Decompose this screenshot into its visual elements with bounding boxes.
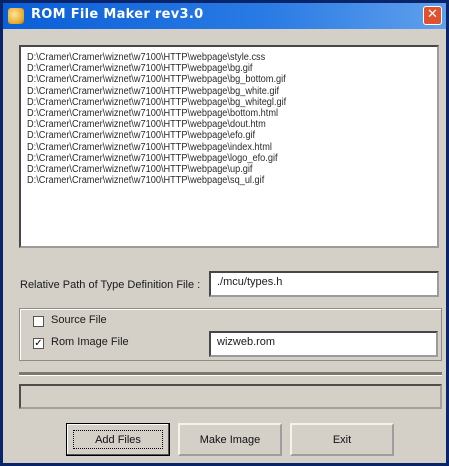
add-files-button[interactable]: Add Files — [66, 423, 170, 456]
file-list-item[interactable]: D:\Cramer\Cramer\wiznet\w7100\HTTP\webpa… — [27, 130, 399, 141]
close-icon[interactable]: ✕ — [423, 6, 442, 25]
rom-file-maker-window: ROM File Maker rev3.0 ✕ D:\Cramer\Cramer… — [0, 0, 449, 466]
file-list-item[interactable]: D:\Cramer\Cramer\wiznet\w7100\HTTP\webpa… — [27, 97, 399, 108]
focus-rect — [73, 430, 163, 449]
relative-path-input[interactable]: ./mcu/types.h — [209, 271, 439, 297]
title-bar[interactable]: ROM File Maker rev3.0 ✕ — [3, 3, 446, 29]
make-image-button[interactable]: Make Image — [178, 423, 282, 456]
rom-image-file-checkbox[interactable]: ✓ — [33, 338, 44, 349]
file-list-item[interactable]: D:\Cramer\Cramer\wiznet\w7100\HTTP\webpa… — [27, 142, 399, 153]
exit-button[interactable]: Exit — [290, 423, 394, 456]
file-list-item[interactable]: D:\Cramer\Cramer\wiznet\w7100\HTTP\webpa… — [27, 86, 399, 97]
rom-image-name-input[interactable]: wizweb.rom — [209, 331, 438, 357]
file-list-item[interactable]: D:\Cramer\Cramer\wiznet\w7100\HTTP\webpa… — [27, 74, 399, 85]
file-list-item[interactable]: D:\Cramer\Cramer\wiznet\w7100\HTTP\webpa… — [27, 153, 399, 164]
source-file-checkbox[interactable] — [33, 316, 44, 327]
separator — [19, 372, 442, 376]
file-list-item[interactable]: D:\Cramer\Cramer\wiznet\w7100\HTTP\webpa… — [27, 119, 399, 130]
source-file-label: Source File — [51, 314, 107, 326]
window-title: ROM File Maker rev3.0 — [31, 7, 204, 22]
file-list-item[interactable]: D:\Cramer\Cramer\wiznet\w7100\HTTP\webpa… — [27, 164, 399, 175]
file-list-item[interactable]: D:\Cramer\Cramer\wiznet\w7100\HTTP\webpa… — [27, 52, 399, 63]
progress-bar — [19, 384, 442, 409]
make-image-label: Make Image — [199, 433, 261, 446]
exit-label: Exit — [332, 433, 352, 446]
file-list-item[interactable]: D:\Cramer\Cramer\wiznet\w7100\HTTP\webpa… — [27, 63, 399, 74]
file-list-item[interactable]: D:\Cramer\Cramer\wiznet\w7100\HTTP\webpa… — [27, 108, 399, 119]
relative-path-label: Relative Path of Type Definition File : — [20, 279, 201, 291]
file-list-item[interactable]: D:\Cramer\Cramer\wiznet\w7100\HTTP\webpa… — [27, 175, 399, 186]
app-icon — [8, 8, 24, 24]
file-list[interactable]: D:\Cramer\Cramer\wiznet\w7100\HTTP\webpa… — [19, 45, 439, 248]
rom-image-file-label: Rom Image File — [51, 336, 129, 348]
